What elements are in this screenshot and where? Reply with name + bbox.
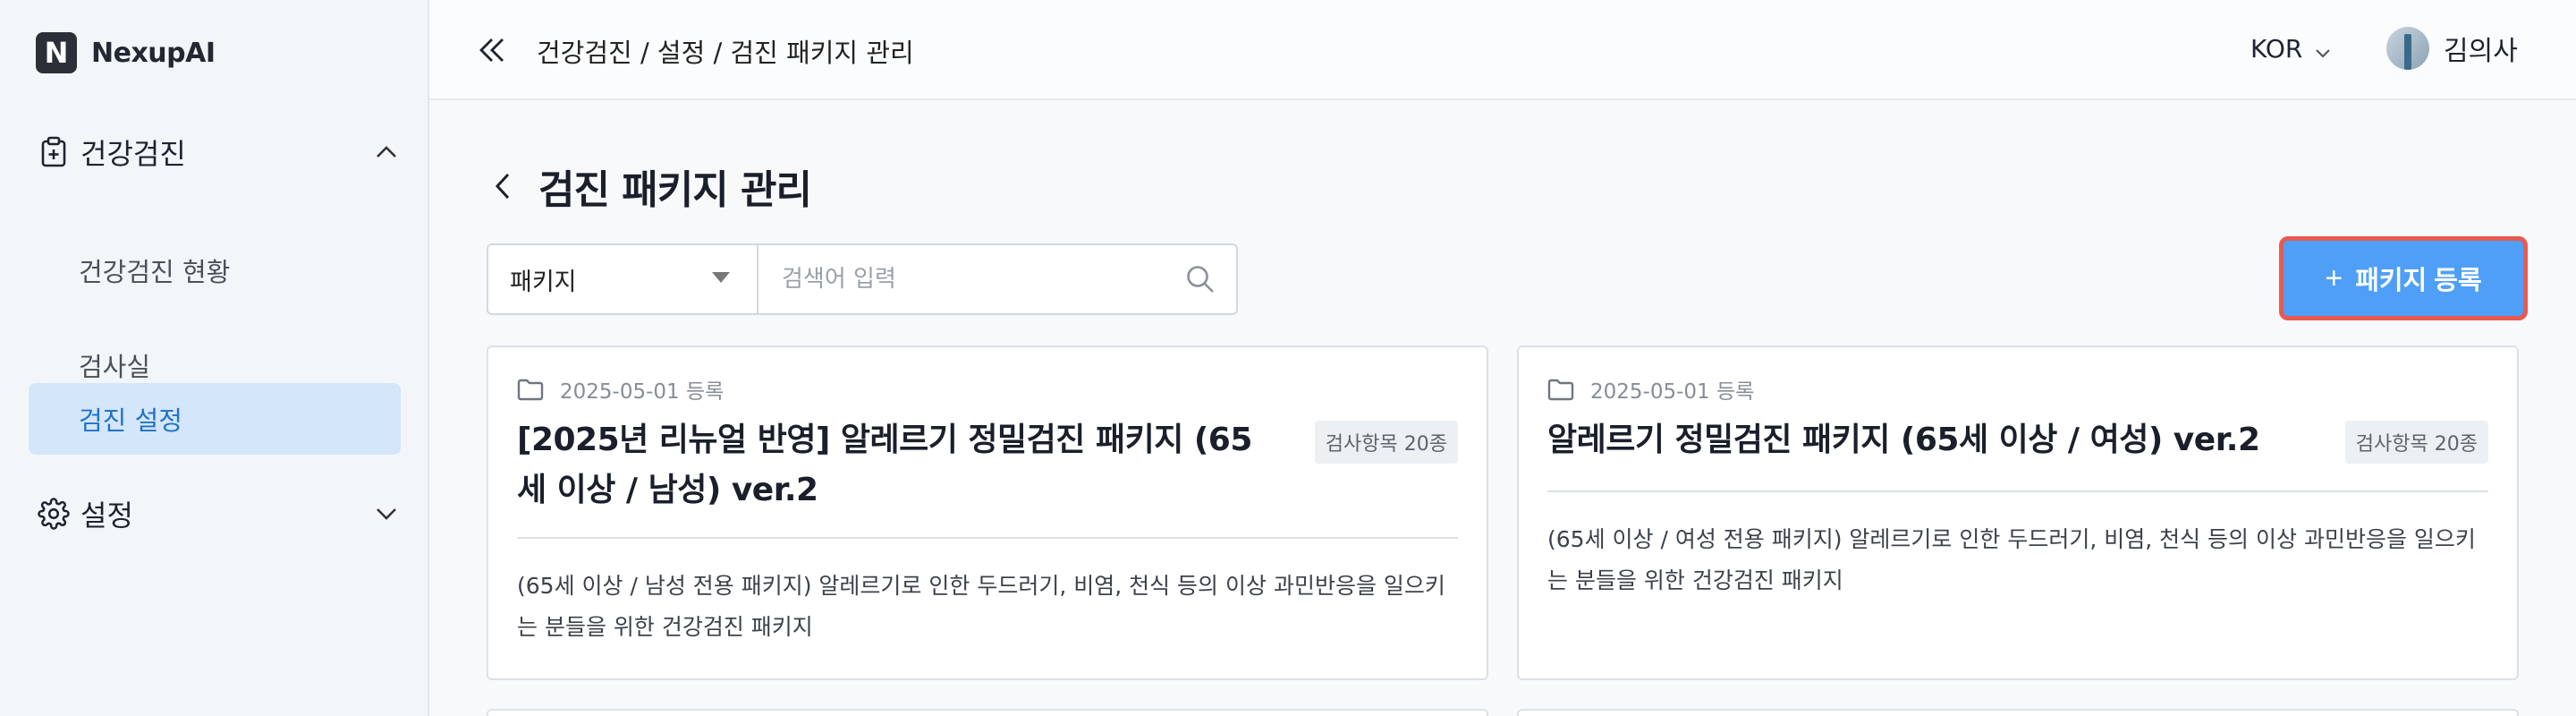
avatar — [2386, 27, 2429, 70]
gear-icon — [36, 496, 72, 532]
search-icon — [1187, 266, 1214, 293]
card-divider — [517, 537, 1458, 539]
clipboard-plus-icon — [36, 134, 72, 170]
item-count-badge: 검사항목 20종 — [2344, 421, 2488, 464]
add-package-label: 패키지 등록 — [2355, 267, 2482, 295]
brand-logo: N — [36, 32, 77, 73]
filter-type-value: 패키지 — [510, 268, 577, 296]
package-card-partial[interactable] — [1517, 709, 2519, 716]
sidebar-item-checkup-settings[interactable]: 검진 설정 — [29, 383, 401, 455]
card-description: (65세 이상 / 남성 전용 패키지) 알레르기로 인한 두드러기, 비염, … — [517, 573, 1445, 640]
language-select[interactable]: KOR — [2250, 34, 2333, 64]
search-filter: 패키지 — [487, 243, 1238, 315]
folder-icon — [1547, 379, 1574, 401]
card-title: 알레르기 정밀검진 패키지 (65세 이상 / 여성) ver.2 — [1547, 422, 2260, 458]
sidebar-group-label: 설정 — [80, 499, 133, 533]
search-button[interactable] — [1165, 245, 1236, 313]
card-description: (65세 이상 / 여성 전용 패키지) 알레르기로 인한 두드러기, 비염, … — [1547, 526, 2476, 593]
card-date-row: 2025-05-01 등록 — [517, 374, 724, 405]
user-name: 김의사 — [2444, 36, 2518, 67]
package-card[interactable]: 2025-05-01 등록 알레르기 정밀검진 패키지 (65세 이상 / 여성… — [1517, 345, 2519, 680]
package-card[interactable]: 2025-05-01 등록 [2025년 리뉴얼 반영] 알레르기 정밀검진 패… — [487, 345, 1488, 680]
folder-icon — [517, 379, 544, 401]
sidebar-group-label: 건강검진 — [80, 137, 186, 171]
topbar: 건강검진 / 설정 / 검진 패키지 관리 KOR 김의사 — [429, 0, 2576, 100]
search-input[interactable] — [758, 245, 1165, 313]
breadcrumb: 건강검진 / 설정 / 검진 패키지 관리 — [537, 38, 914, 68]
chevron-down-icon — [2313, 39, 2333, 59]
caret-down-icon — [712, 272, 730, 283]
sidebar: N NexupAI 건강검진 건강검진 현황 검사실 검진 설정 설정 — [0, 0, 429, 716]
back-arrow-icon[interactable] — [487, 168, 519, 204]
sidebar-group-settings[interactable]: 설정 — [36, 487, 402, 541]
item-count-badge: 검사항목 20종 — [1314, 421, 1458, 464]
brand[interactable]: N NexupAI — [36, 32, 216, 73]
brand-name: NexupAI — [91, 37, 216, 69]
chevron-up-icon[interactable] — [370, 136, 402, 168]
card-date: 2025-05-01 등록 — [1590, 380, 1755, 404]
card-date-row: 2025-05-01 등록 — [1547, 374, 1754, 405]
package-card-partial[interactable] — [487, 709, 1488, 716]
add-package-button[interactable]: + 패키지 등록 — [2279, 236, 2528, 320]
double-chevron-left-icon[interactable] — [474, 34, 510, 66]
plus-icon: + — [2325, 261, 2343, 295]
card-title: [2025년 리뉴얼 반영] 알레르기 정밀검진 패키지 (65세 이상 / 남… — [517, 422, 1252, 508]
card-divider — [1547, 490, 2488, 492]
sidebar-item-checkup-status[interactable]: 건강검진 현황 — [29, 234, 401, 306]
page-header: 검진 패키지 관리 — [487, 158, 812, 215]
filter-type-select[interactable]: 패키지 — [488, 245, 758, 313]
sidebar-group-health-checkup[interactable]: 건강검진 — [36, 125, 402, 179]
page-title: 검진 패키지 관리 — [538, 167, 812, 213]
card-date: 2025-05-01 등록 — [560, 380, 724, 404]
user-menu[interactable]: 김의사 — [2386, 27, 2518, 70]
chevron-down-icon[interactable] — [370, 498, 402, 530]
language-label: KOR — [2250, 34, 2303, 64]
